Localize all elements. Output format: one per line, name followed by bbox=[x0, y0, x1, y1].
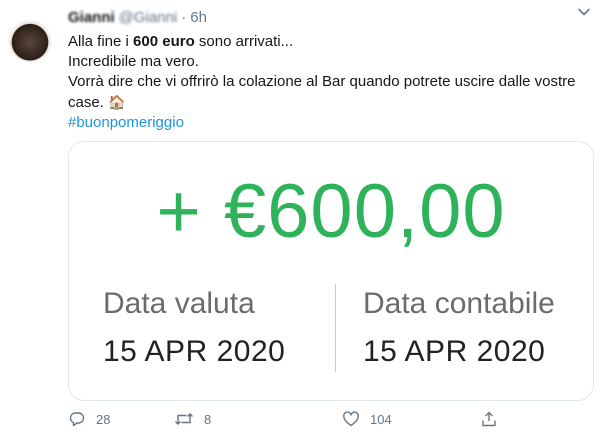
reply-icon bbox=[68, 410, 86, 428]
accounting-date-label: Data contabile bbox=[363, 287, 555, 320]
divider bbox=[335, 284, 336, 372]
separator: · bbox=[181, 8, 187, 26]
amount-value: + €600,00 bbox=[156, 169, 506, 254]
accounting-date-column: Data contabile 15 APR 2020 bbox=[363, 286, 555, 370]
hashtag-link[interactable]: #buonpomeriggio bbox=[68, 114, 184, 131]
tweet-text-line3: Vorrà dire che vi offrirò la colazione a… bbox=[68, 73, 576, 111]
tweet-text-line1-suffix: sono arrivati... bbox=[194, 33, 294, 50]
share-icon bbox=[480, 410, 498, 428]
author-name[interactable]: Gianni bbox=[68, 9, 115, 26]
retweet-count: 8 bbox=[204, 411, 212, 427]
reply-count: 28 bbox=[96, 411, 111, 427]
value-date: 15 APR 2020 bbox=[103, 335, 286, 368]
tweet-text-line2: Incredibile ma vero. bbox=[68, 53, 199, 70]
value-date-column: Data valuta 15 APR 2020 bbox=[103, 286, 285, 370]
image-card[interactable]: + €600,00 Data valuta 15 APR 2020 Data c… bbox=[68, 141, 594, 401]
house-icon: 🏠 bbox=[108, 94, 126, 110]
reply-button[interactable]: 28 bbox=[68, 410, 174, 428]
like-count: 104 bbox=[370, 411, 392, 427]
tweet-text-line1-prefix: Alla fine i bbox=[68, 33, 134, 50]
chevron-down-icon[interactable] bbox=[576, 4, 592, 20]
accounting-date: 15 APR 2020 bbox=[363, 335, 546, 368]
author-handle[interactable]: @Gianni bbox=[119, 9, 178, 26]
avatar[interactable] bbox=[8, 18, 52, 62]
action-bar: 28 8 104 bbox=[68, 408, 520, 430]
tweet-text: Alla fine i 600 euro sono arrivati... In… bbox=[68, 32, 582, 133]
retweet-icon bbox=[174, 410, 194, 428]
timestamp[interactable]: 6h bbox=[190, 9, 207, 26]
value-date-label: Data valuta bbox=[103, 287, 255, 320]
tweet-header: Gianni @Gianni · 6h bbox=[68, 4, 590, 30]
like-button[interactable]: 104 bbox=[342, 410, 480, 428]
share-button[interactable] bbox=[480, 410, 498, 428]
heart-icon bbox=[342, 410, 360, 428]
tweet-text-bold: 600 euro bbox=[133, 33, 195, 50]
retweet-button[interactable]: 8 bbox=[174, 410, 342, 428]
